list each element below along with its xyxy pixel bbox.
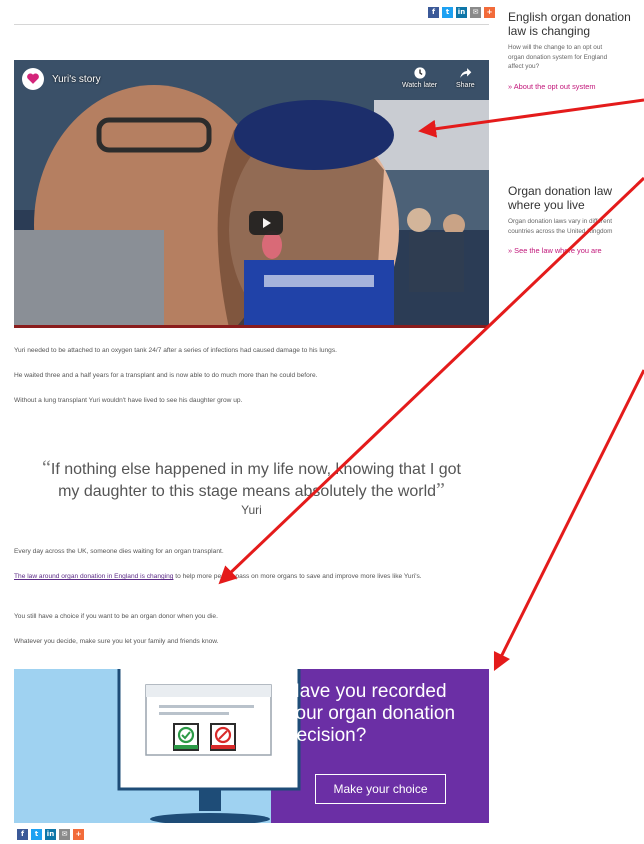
watch-later-button[interactable]: Watch later (402, 66, 437, 89)
share-arrow-icon (460, 68, 472, 78)
sidebar-box1-title: English organ donation law is changing (508, 10, 631, 38)
play-icon (263, 218, 271, 228)
quote-text-2: my daughter to this stage means absolute… (58, 483, 437, 500)
email-icon[interactable]: ✉ (59, 829, 70, 840)
facebook-icon[interactable]: f (428, 7, 439, 18)
linkedin-icon[interactable]: in (456, 7, 467, 18)
twitter-icon[interactable]: t (442, 7, 453, 18)
story-paragraph-2: He waited three and a half years for a t… (14, 372, 318, 379)
video-thumbnail (14, 60, 489, 328)
share-video-button[interactable]: Share (456, 66, 475, 89)
video-title-bar: Yuri's story (22, 68, 101, 90)
video-progress-bar[interactable] (14, 325, 489, 328)
sidebar-box-law-where-you-live: Organ donation law where you live Organ d… (508, 184, 644, 255)
record-decision-banner[interactable]: Have you recorded your organ donation de… (14, 669, 489, 823)
share-bar-top: f t in ✉ + (428, 7, 495, 18)
make-your-choice-button[interactable]: Make your choice (315, 774, 446, 804)
video-title[interactable]: Yuri's story (52, 74, 101, 85)
pull-quote: “If nothing else happened in my life now… (14, 458, 489, 518)
heart-icon (27, 73, 39, 84)
body-paragraph-7: Whatever you decide, make sure you let y… (14, 638, 219, 645)
see-law-where-you-are-link[interactable]: » See the law where you are (508, 246, 644, 255)
play-button[interactable] (249, 211, 283, 235)
video-player[interactable]: Yuri's story Watch later Share (14, 60, 489, 328)
body-paragraph-5: The law around organ donation in England… (14, 572, 489, 582)
share-bar-bottom: f t in ✉ + (17, 829, 84, 840)
clock-icon (413, 67, 426, 79)
sidebar-box2-title: Organ donation law where you live (508, 184, 613, 212)
story-paragraph-1: Yuri needed to be attached to an oxygen … (14, 347, 337, 354)
more-share-icon[interactable]: + (73, 829, 84, 840)
email-icon[interactable]: ✉ (470, 7, 481, 18)
sidebar-box1-description: How will the change to an opt out organ d… (508, 44, 608, 71)
sidebar-box-opt-out: English organ donation law is changing Ho… (508, 10, 644, 91)
share-label: Share (456, 82, 475, 89)
quote-line-1: “If nothing else happened in my life now… (14, 458, 489, 480)
body-paragraph-5-rest: to help more people pass on more organs … (173, 573, 422, 580)
quote-author: Yuri (241, 503, 262, 517)
top-divider (14, 24, 489, 25)
law-change-link[interactable]: The law around organ donation in England… (14, 573, 173, 580)
open-quote-mark: “ (42, 457, 51, 479)
watch-later-label: Watch later (402, 82, 438, 89)
banner-heading: Have you recorded your organ donation de… (286, 681, 456, 746)
sidebar-box2-description: Organ donation laws vary in different cou… (508, 218, 613, 235)
body-paragraph-4: Every day across the UK, someone dies wa… (14, 548, 224, 555)
quote-text-1: If nothing else happened in my life now,… (50, 461, 461, 478)
arrow-to-banner (493, 369, 644, 672)
about-opt-out-link[interactable]: » About the opt out system (508, 82, 644, 91)
channel-avatar[interactable] (22, 68, 44, 90)
close-quote-mark: ” (436, 479, 445, 501)
facebook-icon[interactable]: f (17, 829, 28, 840)
body-paragraph-6: You still have a choice if you want to b… (14, 613, 218, 620)
quote-line-2: my daughter to this stage means absolute… (14, 480, 489, 502)
twitter-icon[interactable]: t (31, 829, 42, 840)
more-share-icon[interactable]: + (484, 7, 495, 18)
linkedin-icon[interactable]: in (45, 829, 56, 840)
story-paragraph-3: Without a lung transplant Yuri wouldn't … (14, 397, 243, 404)
